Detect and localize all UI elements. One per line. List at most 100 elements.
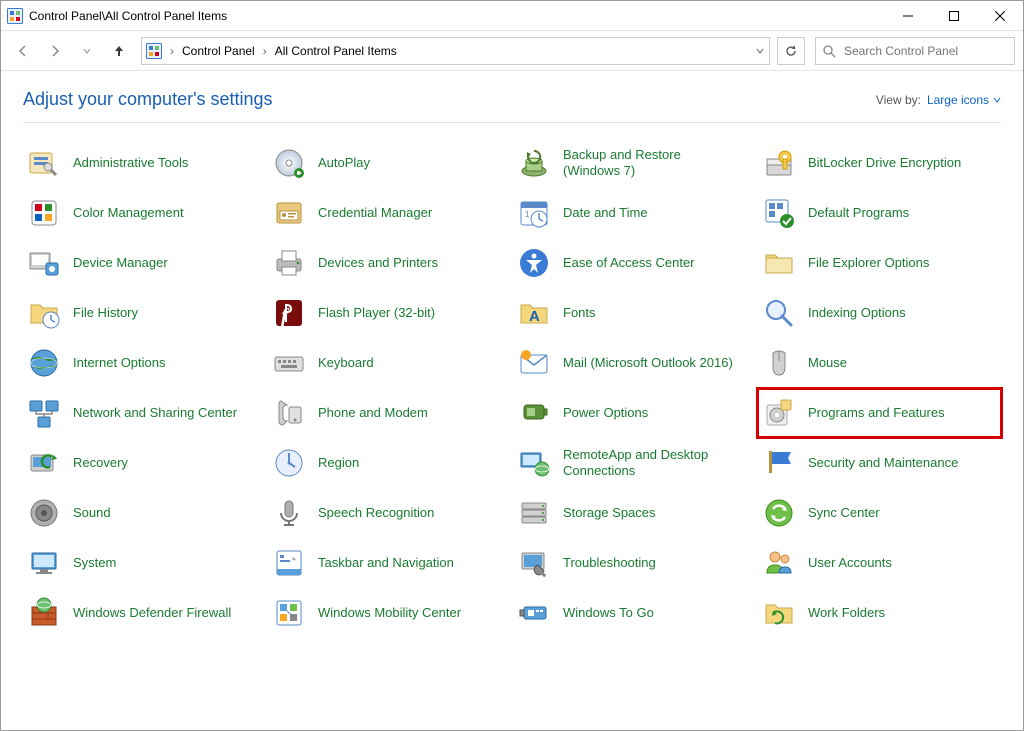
breadcrumb-current[interactable]: All Control Panel Items <box>275 44 397 58</box>
cp-item-recovery[interactable]: Recovery <box>23 439 266 487</box>
cp-item-label: Date and Time <box>563 205 648 221</box>
cp-item-troubleshoot[interactable]: Troubleshooting <box>513 539 756 587</box>
cp-item-backup[interactable]: Backup and Restore (Windows 7) <box>513 139 756 187</box>
cp-item-label: Indexing Options <box>808 305 906 321</box>
cp-item-sound[interactable]: Sound <box>23 489 266 537</box>
viewby-dropdown[interactable]: Large icons <box>927 93 1001 107</box>
devprint-icon <box>272 246 306 280</box>
cp-item-firewall[interactable]: Windows Defender Firewall <box>23 589 266 637</box>
chevron-right-icon[interactable]: › <box>166 44 178 58</box>
cp-item-autoplay[interactable]: AutoPlay <box>268 139 511 187</box>
cp-item-label: Security and Maintenance <box>808 455 958 471</box>
cp-item-phone[interactable]: Phone and Modem <box>268 389 511 437</box>
cp-item-defaultprog[interactable]: Default Programs <box>758 189 1001 237</box>
close-button[interactable] <box>977 1 1023 31</box>
refresh-button[interactable] <box>777 37 805 65</box>
control-panel-icon <box>146 43 162 59</box>
cp-item-power[interactable]: Power Options <box>513 389 756 437</box>
cp-item-label: Backup and Restore (Windows 7) <box>563 147 733 178</box>
sound-icon <box>27 496 61 530</box>
cp-item-region[interactable]: Region <box>268 439 511 487</box>
folderopt-icon <box>762 246 796 280</box>
cp-item-security[interactable]: Security and Maintenance <box>758 439 1001 487</box>
defaultprog-icon <box>762 196 796 230</box>
cp-item-tools[interactable]: Administrative Tools <box>23 139 266 187</box>
cp-item-fonts[interactable]: AFonts <box>513 289 756 337</box>
content-area: Adjust your computer's settings View by:… <box>1 71 1023 730</box>
cp-item-label: Color Management <box>73 205 184 221</box>
address-bar[interactable]: › Control Panel › All Control Panel Item… <box>141 37 770 65</box>
cp-item-label: Sync Center <box>808 505 880 521</box>
address-dropdown[interactable] <box>755 46 765 56</box>
cp-item-mail[interactable]: Mail (Microsoft Outlook 2016) <box>513 339 756 387</box>
search-input[interactable] <box>842 43 1008 59</box>
cp-item-bitlocker[interactable]: BitLocker Drive Encryption <box>758 139 1001 187</box>
indexing-icon <box>762 296 796 330</box>
cp-item-mouse[interactable]: Mouse <box>758 339 1001 387</box>
cp-item-network[interactable]: Network and Sharing Center <box>23 389 266 437</box>
cp-item-internet[interactable]: Internet Options <box>23 339 266 387</box>
cp-item-mobility[interactable]: Windows Mobility Center <box>268 589 511 637</box>
cp-item-keyboard[interactable]: Keyboard <box>268 339 511 387</box>
cp-item-taskbar[interactable]: Taskbar and Navigation <box>268 539 511 587</box>
cp-item-color[interactable]: Color Management <box>23 189 266 237</box>
cp-item-folderopt[interactable]: File Explorer Options <box>758 239 1001 287</box>
bitlocker-icon <box>762 146 796 180</box>
taskbar-icon <box>272 546 306 580</box>
cp-item-workfolders[interactable]: Work Folders <box>758 589 1001 637</box>
backup-icon <box>517 146 551 180</box>
cp-item-label: Sound <box>73 505 111 521</box>
cp-item-devprint[interactable]: Devices and Printers <box>268 239 511 287</box>
cp-item-label: Troubleshooting <box>563 555 656 571</box>
keyboard-icon <box>272 346 306 380</box>
cp-item-credential[interactable]: Credential Manager <box>268 189 511 237</box>
breadcrumb-root[interactable]: Control Panel <box>182 44 255 58</box>
sync-icon <box>762 496 796 530</box>
back-button[interactable] <box>9 37 37 65</box>
cp-item-label: Device Manager <box>73 255 168 271</box>
cp-item-label: System <box>73 555 116 571</box>
chevron-right-icon[interactable]: › <box>259 44 271 58</box>
up-button[interactable] <box>105 37 133 65</box>
tools-icon <box>27 146 61 180</box>
page-title: Adjust your computer's settings <box>23 89 273 110</box>
chevron-down-icon <box>993 96 1001 104</box>
cp-item-indexing[interactable]: Indexing Options <box>758 289 1001 337</box>
window-title: Control Panel\All Control Panel Items <box>29 9 227 23</box>
settings-header: Adjust your computer's settings View by:… <box>23 89 1001 110</box>
cp-item-label: BitLocker Drive Encryption <box>808 155 961 171</box>
cp-item-system[interactable]: System <box>23 539 266 587</box>
cp-item-filehistory[interactable]: File History <box>23 289 266 337</box>
cp-item-storage[interactable]: Storage Spaces <box>513 489 756 537</box>
cp-item-label: Flash Player (32-bit) <box>318 305 435 321</box>
cp-item-sync[interactable]: Sync Center <box>758 489 1001 537</box>
cp-item-datetime[interactable]: 1Date and Time <box>513 189 756 237</box>
wintogo-icon <box>517 596 551 630</box>
cp-item-speech[interactable]: Speech Recognition <box>268 489 511 537</box>
search-box[interactable] <box>815 37 1015 65</box>
cp-item-label: Power Options <box>563 405 648 421</box>
viewby-value: Large icons <box>927 93 989 107</box>
search-icon <box>822 44 836 58</box>
maximize-button[interactable] <box>931 1 977 31</box>
region-icon <box>272 446 306 480</box>
minimize-button[interactable] <box>885 1 931 31</box>
cp-item-ease[interactable]: Ease of Access Center <box>513 239 756 287</box>
cp-item-flash[interactable]: fFlash Player (32-bit) <box>268 289 511 337</box>
forward-button[interactable] <box>41 37 69 65</box>
cp-item-programs[interactable]: Programs and Features <box>758 389 1001 437</box>
cp-item-remote[interactable]: RemoteApp and Desktop Connections <box>513 439 756 487</box>
cp-item-devicemgr[interactable]: Device Manager <box>23 239 266 287</box>
cp-item-label: Taskbar and Navigation <box>318 555 454 571</box>
cp-item-label: Programs and Features <box>808 405 945 421</box>
titlebar: Control Panel\All Control Panel Items <box>1 1 1023 31</box>
cp-item-users[interactable]: User Accounts <box>758 539 1001 587</box>
control-panel-icon <box>7 8 23 24</box>
ease-icon <box>517 246 551 280</box>
cp-item-label: Speech Recognition <box>318 505 434 521</box>
recovery-icon <box>27 446 61 480</box>
recent-dropdown[interactable] <box>73 37 101 65</box>
cp-item-wintogo[interactable]: Windows To Go <box>513 589 756 637</box>
devicemgr-icon <box>27 246 61 280</box>
cp-item-label: Region <box>318 455 359 471</box>
